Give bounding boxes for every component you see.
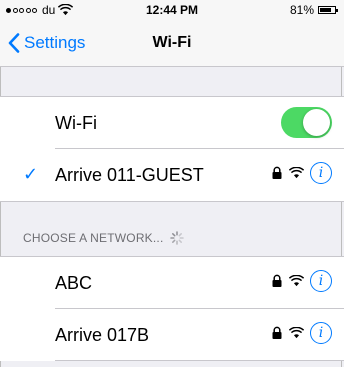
- network-name: ABC: [55, 273, 93, 293]
- loading-spinner-icon: [169, 231, 184, 245]
- lock-icon: [272, 166, 282, 179]
- wifi-toggle-row: Wi-Fi: [0, 97, 344, 149]
- info-icon[interactable]: i: [310, 322, 332, 344]
- connected-network-row[interactable]: ✓ Arrive 011-GUEST i: [0, 149, 344, 201]
- wifi-signal-icon: [289, 275, 304, 287]
- lock-icon: [272, 326, 282, 339]
- toggle-knob: [303, 109, 330, 136]
- battery-fill: [320, 8, 332, 12]
- wifi-label: Wi-Fi: [55, 113, 97, 133]
- row-divider: [55, 360, 344, 361]
- wifi-signal-icon: [289, 167, 304, 179]
- page-title: Wi-Fi: [152, 34, 192, 51]
- network-row[interactable]: ABC i: [0, 257, 344, 309]
- network-icons: i: [271, 322, 332, 344]
- wifi-signal-icon: [289, 327, 304, 339]
- choose-network-header: CHOOSE A NETWORK...: [23, 231, 164, 245]
- available-networks-group: ABC i Arrive 017B i: [0, 256, 344, 361]
- section-header: CHOOSE A NETWORK...: [23, 231, 184, 245]
- battery-percentage: 81%: [289, 3, 314, 17]
- status-right: 81%: [289, 3, 338, 17]
- navigation-bar: Settings Wi-Fi: [0, 20, 344, 67]
- network-name: Arrive 017B: [55, 325, 150, 345]
- network-icons: i: [271, 162, 332, 184]
- info-icon[interactable]: i: [310, 162, 332, 184]
- network-name: Arrive 011-GUEST: [55, 165, 204, 185]
- status-bar: du 12:44 PM 81%: [0, 0, 344, 20]
- wifi-settings-group: Wi-Fi ✓ Arrive 011-GUEST i: [0, 96, 344, 202]
- wifi-toggle[interactable]: [281, 107, 332, 138]
- network-row[interactable]: Arrive 017B i: [0, 309, 344, 361]
- lock-icon: [272, 274, 282, 287]
- checkmark-icon: ✓: [23, 164, 39, 184]
- battery-icon: [318, 6, 338, 14]
- network-icons: i: [271, 270, 332, 292]
- info-icon[interactable]: i: [310, 270, 332, 292]
